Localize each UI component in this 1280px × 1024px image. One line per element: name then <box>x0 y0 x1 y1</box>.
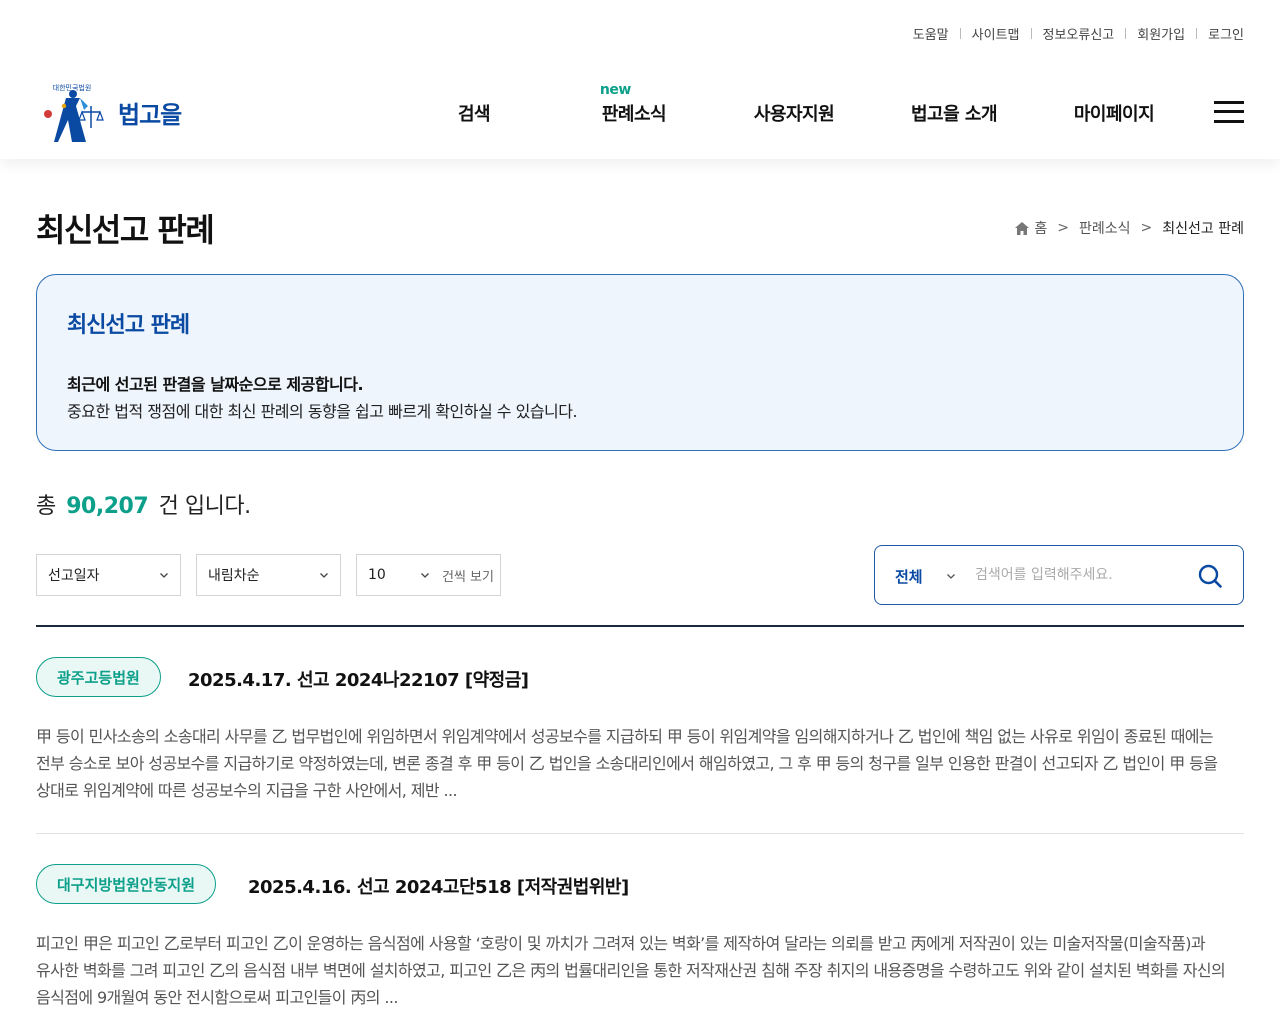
search-icon[interactable] <box>1197 563 1223 589</box>
breadcrumb-separator-icon: > <box>1057 220 1069 236</box>
case-summary[interactable]: 甲 등이 민사소송의 소송대리 사무를 乙 법무법인에 위임하면서 위임계약에서… <box>36 723 1244 804</box>
nav-item-mypage[interactable]: 마이페이지 <box>1074 100 1155 126</box>
page-title: 최신선고 판례 <box>36 211 215 249</box>
nav-item-case-news-label: 판례소식 <box>601 104 667 125</box>
search-input[interactable] <box>975 560 1185 590</box>
util-separator <box>1125 28 1127 39</box>
chevron-down-icon[interactable] <box>945 570 957 582</box>
court-emblem-icon: 대한민국법원 <box>44 83 104 142</box>
total-count: 총 90,207 건 입니다. <box>36 488 251 520</box>
sort-order-select[interactable]: 내림차순 <box>196 554 341 596</box>
list-divider <box>36 833 1244 834</box>
sort-field-select[interactable]: 선고일자 <box>36 554 181 596</box>
util-signup-link[interactable]: 회원가입 <box>1137 24 1185 43</box>
info-box: 최신선고 판례 최근에 선고된 판결을 날짜순으로 제공합니다. 중요한 법적 … <box>36 274 1244 451</box>
nav-item-about[interactable]: 법고을 소개 <box>911 100 998 126</box>
breadcrumb-separator-icon: > <box>1140 220 1153 236</box>
sort-field-value: 선고일자 <box>48 568 100 584</box>
case-title[interactable]: 2025.4.17. 선고 2024나22107 [약정금] <box>188 666 529 692</box>
info-title: 최신선고 판례 <box>67 313 190 338</box>
nav-item-case-news[interactable]: new 판례소식 <box>600 82 667 126</box>
breadcrumb-home[interactable]: 홈 <box>1034 218 1047 238</box>
utility-nav: 도움말 사이트맵 정보오류신고 회원가입 로그인 <box>913 24 1244 43</box>
nav-item-search[interactable]: 검색 <box>458 100 491 126</box>
main-nav: 검색 new 판례소식 사용자지원 법고을 소개 마이페이지 <box>394 82 1194 130</box>
info-description-2: 중요한 법적 쟁점에 대한 최신 판례의 동향을 쉽고 빠르게 확인하실 수 있… <box>67 402 578 421</box>
court-badge[interactable]: 대구지방법원안동지원 <box>36 864 217 904</box>
search-category-select[interactable]: 전체 <box>895 566 923 587</box>
chevron-down-icon <box>160 573 168 578</box>
nav-item-user-support[interactable]: 사용자지원 <box>754 100 835 126</box>
breadcrumb: 홈 > 판례소식 > 최신선고 판례 <box>1015 218 1244 238</box>
util-help-link[interactable]: 도움말 <box>913 24 949 43</box>
site-logo[interactable]: 대한민국법원 법고을 <box>36 76 182 148</box>
case-title[interactable]: 2025.4.16. 선고 2024고단518 [저작권법위반] <box>248 873 629 899</box>
menu-hamburger-icon[interactable] <box>1214 101 1244 123</box>
breadcrumb-case-news[interactable]: 판례소식 <box>1079 218 1131 238</box>
case-summary[interactable]: 피고인 甲은 피고인 乙로부터 피고인 乙이 운영하는 음식점에 사용할 ‘호랑… <box>36 930 1244 1011</box>
total-number: 90,207 <box>66 494 149 519</box>
util-login-link[interactable]: 로그인 <box>1208 24 1244 43</box>
util-separator <box>959 28 961 39</box>
util-separator <box>1030 28 1032 39</box>
sort-order-value: 내림차순 <box>208 568 260 584</box>
site-header: 도움말 사이트맵 정보오류신고 회원가입 로그인 대한민국법원 법고을 검색 n… <box>0 0 1280 159</box>
search-box: 전체 <box>874 545 1244 605</box>
page-size-select[interactable]: 10 건씩 보기 <box>356 554 501 596</box>
info-description-1: 최근에 선고된 판결을 날짜순으로 제공합니다. <box>67 375 364 394</box>
page-size-unit: 건씩 보기 <box>442 569 494 585</box>
court-badge[interactable]: 광주고등법원 <box>36 657 161 697</box>
util-error-report-link[interactable]: 정보오류신고 <box>1043 24 1115 43</box>
chevron-down-icon <box>421 573 429 578</box>
new-badge: new <box>599 82 631 98</box>
logo-text: 법고을 <box>118 100 182 129</box>
home-icon[interactable] <box>1015 221 1030 235</box>
util-separator <box>1196 28 1198 39</box>
chevron-down-icon <box>320 573 328 578</box>
list-top-divider <box>36 625 1244 627</box>
total-prefix: 총 <box>36 494 56 519</box>
page-size-value: 10 <box>368 567 386 583</box>
util-sitemap-link[interactable]: 사이트맵 <box>972 24 1020 43</box>
total-suffix: 건 입니다. <box>158 494 251 519</box>
breadcrumb-current: 최신선고 판례 <box>1162 221 1244 237</box>
